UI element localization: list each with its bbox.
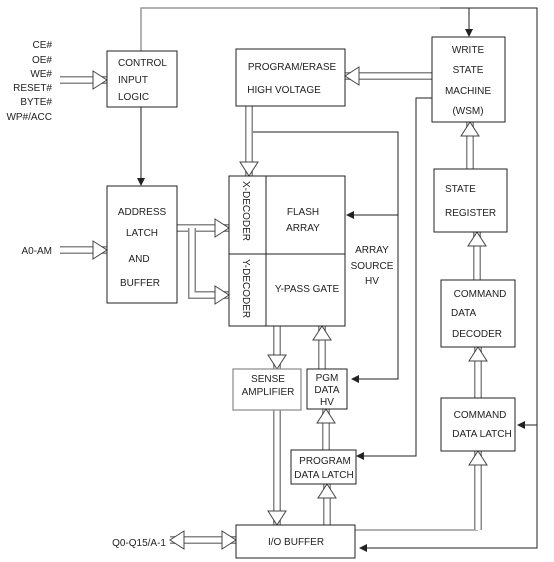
sense-amp-label: AMPLIFIER (242, 387, 295, 398)
array-source-label: SOURCE (351, 261, 394, 272)
y-pass-gate-label: Y-PASS GATE (275, 284, 340, 295)
command-decoder-label: COMMAND (454, 289, 507, 300)
signal-label: BYTE# (20, 97, 52, 108)
hv-to-x-decoder-arrow-head (239, 161, 259, 177)
io-to-program-latch-arrow-head (317, 483, 337, 499)
address-label: LATCH (126, 228, 158, 239)
sense-to-io-arrow-head (267, 510, 287, 526)
flash-array-label: FLASH (287, 207, 319, 218)
pgm-data-hv-label: HV (320, 397, 334, 408)
address-to-y-decoder-arrow-head (214, 285, 230, 305)
io-buffer-label: I/O BUFFER (268, 537, 324, 548)
state-to-wsm-arrow-head (460, 121, 480, 137)
data-io-label: Q0-Q15/A-1 (112, 538, 166, 549)
flash-memory-block-diagram: CE# OE# WE# RESET# BYTE# WP#/ACC A0-AM Q… (6, 7, 538, 559)
command-latch-label: COMMAND (454, 410, 507, 421)
signal-label: WE# (30, 69, 52, 80)
address-to-y-decoder-arrow-shaft-inner (189, 228, 229, 298)
io-to-command-latch-arrow-head (468, 450, 488, 466)
wsm-to-hv-arrow-head (344, 66, 360, 86)
signal-label: WP#/ACC (6, 112, 52, 123)
command-data-latch-block (440, 397, 516, 452)
program-latch-to-pgm-hv-arrow-head (316, 408, 336, 424)
control-label: INPUT (118, 75, 148, 86)
data-io-arrow-head (169, 530, 185, 550)
command-latch-label: DATA LATCH (452, 429, 511, 440)
state-register-label: STATE (445, 184, 476, 195)
address-label: BUFFER (120, 278, 160, 289)
address-label: ADDRESS (118, 207, 167, 218)
control-label: CONTROL (118, 58, 167, 69)
state-register-block (433, 168, 508, 233)
wsm-label: WRITE (452, 45, 485, 56)
data-io-arrow-head (221, 530, 237, 550)
command-decoder-label: DATA (451, 308, 477, 319)
y-decoder-to-sense-arrow-head (267, 354, 287, 370)
state-register-label: REGISTER (445, 208, 496, 219)
control-signals-arrow-head (92, 70, 108, 90)
address-label: AND (128, 254, 149, 265)
address-to-y-decoder-arrow-shaft (188, 228, 229, 299)
latch-to-decoder-arrow-head (468, 346, 488, 362)
address-input-arrow-head (92, 240, 108, 260)
wsm-label: MACHINE (445, 86, 491, 97)
program-erase-hv-block (235, 48, 346, 107)
control-to-wsm-line (140, 7, 440, 51)
decoder-to-state-arrow-head (467, 231, 487, 247)
signal-label: OE# (32, 55, 52, 66)
signal-label: CE# (33, 40, 53, 51)
program-latch-label: DATA LATCH (294, 470, 353, 481)
address-to-x-decoder-arrow-head (214, 218, 230, 238)
program-erase-label: HIGH VOLTAGE (247, 85, 321, 96)
control-label: LOGIC (118, 92, 149, 103)
pgm-hv-to-y-pass-arrow-head (312, 325, 332, 341)
array-source-label: ARRAY (355, 245, 389, 256)
pgm-data-hv-label: DATA (314, 385, 340, 396)
pgm-data-hv-label: PGM (316, 373, 339, 384)
wsm-label: STATE (453, 65, 484, 76)
y-decoder-label: Y-DECODER (240, 259, 251, 318)
program-erase-label: PROGRAM/ERASE (248, 62, 337, 73)
sense-amp-label: SENSE (251, 374, 285, 385)
address-input-label: A0-AM (21, 246, 52, 257)
flash-array-label: ARRAY (286, 223, 320, 234)
command-decoder-label: DECODER (452, 329, 502, 340)
array-source-label: HV (365, 276, 379, 287)
program-latch-label: PROGRAM (299, 456, 351, 467)
signal-label: RESET# (13, 83, 52, 94)
x-decoder-label: X-DECODER (240, 181, 251, 241)
wsm-label: (WSM) (452, 106, 483, 117)
